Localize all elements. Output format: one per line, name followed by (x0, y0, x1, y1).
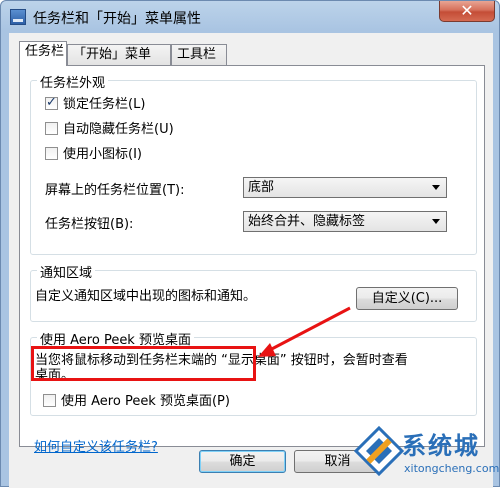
tab-taskbar[interactable]: 任务栏 (19, 41, 67, 66)
arrow-head (258, 343, 276, 357)
watermark-url: xitongcheng.com (404, 462, 500, 475)
annotation-arrow (258, 306, 351, 357)
watermark-brand: 系统城 (402, 432, 480, 460)
arrow-shaft (265, 306, 351, 354)
watermark-logo-icon (354, 426, 404, 476)
site-watermark: 系统城 xitongcheng.com (350, 420, 500, 487)
